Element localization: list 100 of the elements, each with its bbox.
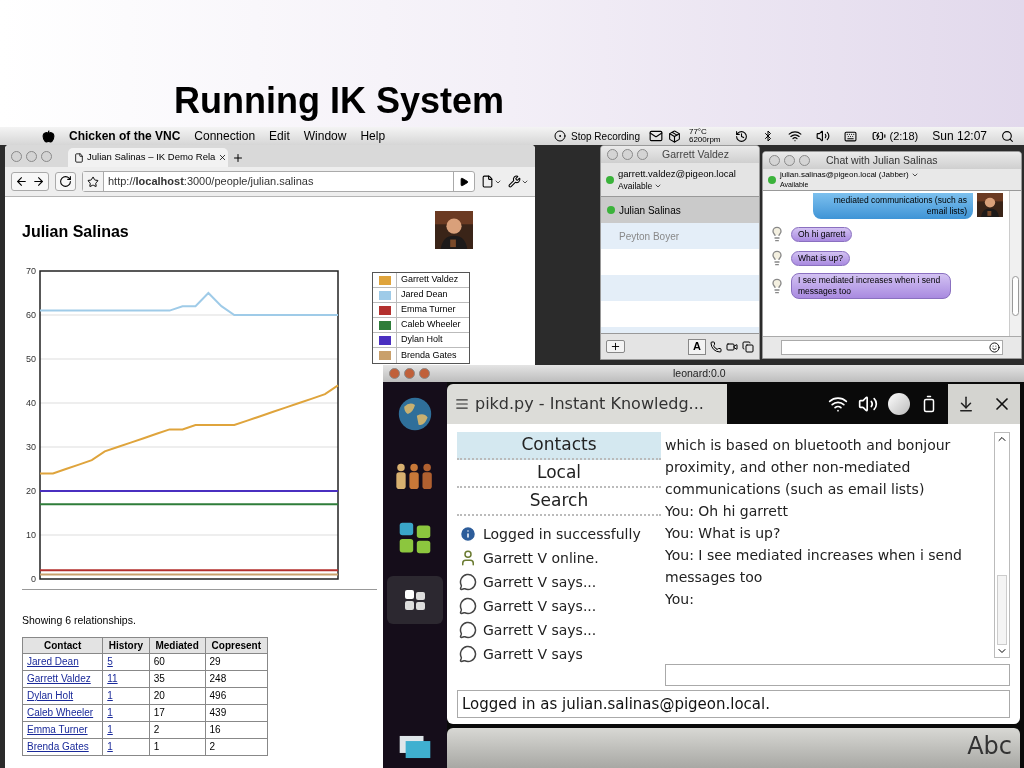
history-link[interactable]: 11	[107, 673, 118, 685]
fan-speed: 6200rpm	[688, 136, 721, 144]
window-control[interactable]	[389, 368, 400, 379]
volume-icon[interactable]	[858, 394, 878, 414]
plus-icon	[610, 341, 621, 352]
log-entry[interactable]: Garrett V says...	[483, 595, 597, 617]
search-icon[interactable]	[1001, 129, 1014, 143]
history-link[interactable]: 1	[107, 690, 113, 702]
log-entry[interactable]: Garrett V says...	[483, 619, 597, 641]
log-entry[interactable]: Garrett V online.	[483, 547, 599, 569]
message-bubble: Oh hi garrett	[791, 226, 853, 242]
legend-label: Jared Dean	[400, 288, 449, 302]
menu-item[interactable]: Window	[303, 127, 347, 145]
scrollbar[interactable]	[1009, 191, 1021, 336]
mail-icon[interactable]	[648, 129, 663, 143]
list-tab[interactable]: Contacts	[457, 432, 661, 460]
axis-tick-label: 70	[26, 266, 36, 276]
axis-tick-label: 50	[26, 354, 36, 364]
apps-icon	[397, 520, 433, 556]
log-entry[interactable]: Logged in successfully	[483, 523, 641, 545]
menu-icon	[455, 397, 469, 411]
menu-item[interactable]: Edit	[269, 127, 290, 145]
table-cell: 439	[209, 707, 227, 719]
temperature: 77°C	[688, 128, 708, 136]
history-link[interactable]: 1	[107, 707, 113, 719]
page-menu-icon[interactable]	[481, 175, 494, 188]
log-entry[interactable]: Garrett V says	[483, 643, 583, 665]
log-entry[interactable]: Garrett V says...	[483, 571, 597, 593]
star-icon[interactable]	[87, 175, 99, 188]
column-header: Mediated	[149, 637, 206, 654]
phone-icon[interactable]	[710, 340, 722, 353]
table-cell: 1	[153, 741, 160, 753]
chat-transcript: which is based on bluetooth and bonjour proximity, and other non-mediated communications (such as email lists) You: Oh hi garrett You: What is up? You: I see mediated increases when i send messages too You:	[665, 436, 963, 609]
message-input[interactable]	[781, 340, 1003, 355]
table-cell: 17	[153, 707, 165, 719]
window-title: leonard:0.0	[673, 365, 726, 381]
scrollbar-thumb[interactable]	[1012, 276, 1019, 316]
stop-recording[interactable]: Stop Recording	[571, 128, 640, 144]
window-control[interactable]	[419, 368, 430, 379]
browser-tab[interactable]: Julian Salinas – IK Demo Rela	[68, 148, 228, 167]
history-link[interactable]: 1	[107, 724, 113, 736]
message-input[interactable]	[665, 664, 1010, 686]
close-icon[interactable]	[218, 153, 228, 162]
new-tab-icon[interactable]	[232, 152, 244, 164]
history-link[interactable]: 5	[107, 656, 113, 668]
scrollbar[interactable]	[994, 432, 1010, 658]
column-header: History	[102, 637, 150, 654]
apple-icon[interactable]	[42, 129, 55, 143]
contact-row[interactable]: Julian Salinas	[601, 197, 759, 223]
globe-icon	[397, 396, 433, 432]
wifi-icon[interactable]	[787, 129, 802, 143]
wrench-icon[interactable]	[508, 175, 521, 188]
legend-label: Garrett Valdez	[400, 273, 460, 287]
account-selector[interactable]: julian.salinas@pigeon.local (Jabber)	[780, 169, 909, 180]
app-title-bar[interactable]: pikd.py - Instant Knowledg...	[447, 384, 727, 424]
axis-tick-label: 20	[26, 486, 36, 496]
message-bubble: I see mediated increases when i send messages too	[791, 273, 951, 299]
back-forward-button[interactable]	[11, 172, 49, 191]
window-control[interactable]	[404, 368, 415, 379]
lightbulb-icon	[769, 225, 785, 243]
reload-button[interactable]	[55, 172, 76, 191]
menu-item[interactable]: Help	[360, 127, 386, 145]
battery-icon[interactable]	[870, 129, 887, 143]
keyboard-button[interactable]: Abc	[967, 728, 1012, 764]
table-cell: 16	[209, 724, 221, 736]
smiley-icon[interactable]	[989, 342, 1000, 353]
keyboard-icon[interactable]	[843, 129, 857, 143]
address-bar[interactable]: http://localhost:3000/people/julian.salinas	[82, 171, 475, 192]
table-cell: 29	[209, 656, 221, 668]
windows-icon[interactable]	[742, 340, 754, 353]
menu-clock[interactable]: Sun 12:07	[932, 127, 987, 145]
history-link[interactable]: 1	[107, 741, 113, 753]
table-cell: 2	[209, 741, 216, 753]
presence-icon[interactable]	[888, 393, 910, 415]
scrollbar-thumb[interactable]	[997, 575, 1007, 645]
speech-bubble-icon	[459, 597, 477, 615]
status-selector[interactable]: Available	[618, 179, 653, 192]
app-menu[interactable]: Chicken of the VNC	[69, 127, 181, 145]
menu-item[interactable]: Connection	[194, 127, 256, 145]
package-icon[interactable]	[667, 129, 681, 143]
table-cell: 20	[153, 690, 165, 702]
go-icon[interactable]	[459, 176, 469, 187]
windows-icon[interactable]	[398, 734, 432, 760]
format-button[interactable]: A	[688, 338, 706, 355]
axis-tick-label: 60	[26, 310, 36, 320]
add-contact-button[interactable]	[606, 340, 625, 353]
wifi-icon[interactable]	[828, 394, 848, 414]
window-title: Garrett Valdez	[662, 146, 729, 162]
table-cell: 35	[153, 673, 165, 685]
volume-icon[interactable]	[815, 129, 830, 143]
history-icon[interactable]	[734, 129, 748, 143]
launcher-item[interactable]	[387, 576, 443, 624]
back-icon	[15, 175, 28, 188]
table-cell: 496	[209, 690, 227, 702]
speech-bubble-icon	[459, 621, 477, 639]
video-icon[interactable]	[726, 340, 738, 353]
speech-bubble-icon	[459, 645, 477, 663]
message-bubble: What is up?	[791, 250, 850, 266]
info-icon	[459, 525, 477, 543]
axis-tick-label: 40	[26, 398, 36, 408]
